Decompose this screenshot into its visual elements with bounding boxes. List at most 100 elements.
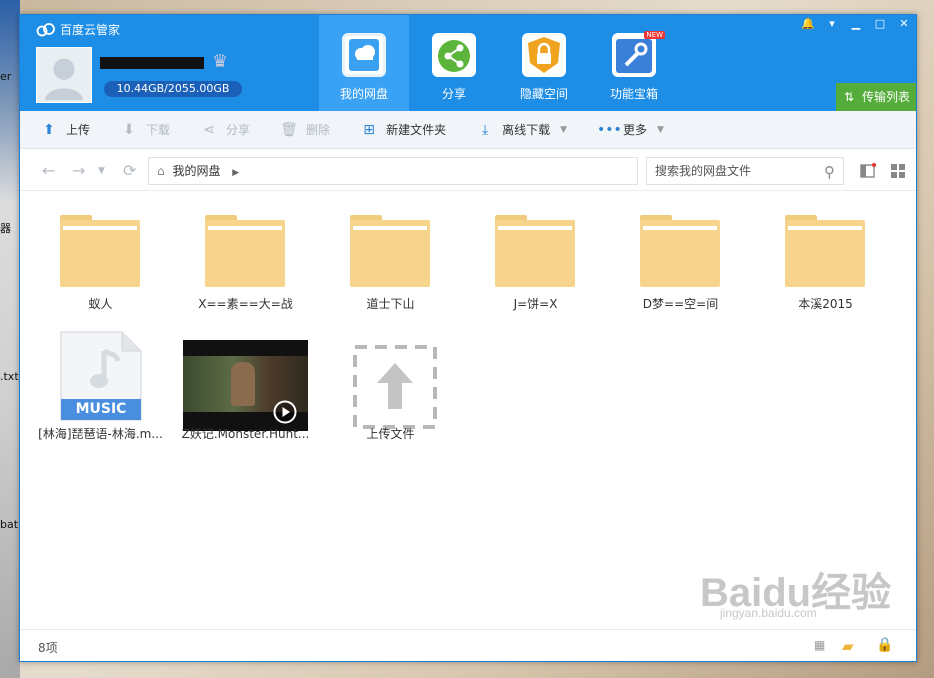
- crown-icon[interactable]: ♛: [212, 51, 228, 72]
- music-file-item[interactable]: MUSIC [林海]琵琶语-林海.m...: [33, 331, 168, 441]
- user-silhouette-icon: [44, 58, 84, 101]
- share-label: 分享: [226, 123, 251, 137]
- folder-name: 道士下山: [366, 297, 415, 311]
- trash-icon: 🗑: [280, 121, 298, 138]
- search-placeholder: 搜索我的网盘文件: [655, 164, 752, 178]
- tab-my-disk[interactable]: 我的网盘: [319, 15, 409, 111]
- maximize-icon[interactable]: □: [868, 15, 892, 33]
- share-icon: ⋖: [203, 121, 215, 138]
- back-arrow-icon[interactable]: ←: [42, 161, 55, 180]
- file-name: Z妖记.Monster.Hunt...: [181, 427, 310, 441]
- transfer-list-button[interactable]: ⇅ 传输列表: [836, 83, 916, 111]
- offline-download-label: 离线下载: [502, 123, 551, 137]
- tab-label: 隐藏空间: [519, 87, 568, 101]
- item-count: 8项: [38, 641, 58, 655]
- download-icon: ⬇: [123, 121, 135, 138]
- folder-icon: [785, 215, 865, 287]
- main-nav: 我的网盘 分享 隐藏空间 NEW 功能宝箱: [319, 15, 679, 111]
- desktop-fragment: .txt: [0, 370, 19, 383]
- bell-icon[interactable]: 🔔: [796, 15, 820, 33]
- lock-small-icon[interactable]: 🔒: [876, 637, 893, 653]
- delete-button[interactable]: 🗑 删除: [280, 121, 330, 139]
- breadcrumb[interactable]: ⌂ 我的网盘 ▶: [148, 157, 638, 185]
- folder-small-icon[interactable]: ▰: [842, 637, 854, 655]
- new-folder-button[interactable]: ⊞ 新建文件夹: [360, 121, 446, 139]
- desktop-fragment: er: [0, 70, 12, 83]
- folder-item[interactable]: 道士下山: [323, 215, 458, 315]
- download-label: 下载: [146, 123, 171, 137]
- breadcrumb-separator-icon[interactable]: ▶: [232, 168, 239, 178]
- folder-item[interactable]: X==素==大=战: [178, 215, 313, 315]
- watermark-url: jingyan.baidu.com: [720, 606, 817, 620]
- window-controls: 🔔 ▾ ▁ □ ✕: [796, 15, 916, 33]
- search-input[interactable]: 搜索我的网盘文件 ⚲: [646, 157, 844, 185]
- toolbar: ⬆ 上传 ⬇ 下载 ⋖ 分享 🗑 删除 ⊞ 新建文件夹 ⤓ 离线下载 ▼ ••• 更多 ▼: [20, 111, 916, 149]
- folder-icon: [495, 215, 575, 287]
- menu-dropdown-icon[interactable]: ▾: [820, 15, 844, 33]
- play-icon[interactable]: [273, 400, 297, 424]
- upload-placeholder-item[interactable]: 上传文件: [323, 331, 458, 441]
- share-button[interactable]: ⋖ 分享: [200, 121, 250, 139]
- tab-label: 分享: [441, 87, 466, 101]
- chevron-down-icon[interactable]: ▼: [657, 125, 664, 135]
- tab-share[interactable]: 分享: [409, 15, 499, 111]
- file-name: [林海]琵琶语-林海.m...: [38, 427, 163, 441]
- avatar[interactable]: [36, 47, 92, 103]
- transfer-icon: ⇅: [844, 90, 855, 104]
- grid-small-icon[interactable]: ▦: [814, 638, 825, 652]
- folder-name: X==素==大=战: [198, 297, 293, 311]
- search-icon[interactable]: ⚲: [824, 159, 835, 185]
- more-button[interactable]: ••• 更多 ▼: [597, 121, 664, 139]
- file-name: 上传文件: [366, 427, 415, 441]
- tab-toolbox[interactable]: NEW 功能宝箱: [589, 15, 679, 111]
- video-thumbnail: [183, 340, 308, 431]
- folder-icon: [350, 215, 430, 287]
- folder-name: 蚁人: [88, 297, 113, 311]
- desktop-fragment: bat: [0, 518, 19, 531]
- music-badge: MUSIC: [75, 401, 127, 417]
- desktop-background: [0, 0, 20, 678]
- folder-icon: [205, 215, 285, 287]
- folder-item[interactable]: 蚁人: [33, 215, 168, 315]
- upload-label: 上传: [66, 123, 91, 137]
- download-button[interactable]: ⬇ 下载: [120, 121, 170, 139]
- offline-download-icon: ⤓: [481, 121, 489, 138]
- history-dropdown-icon[interactable]: ▼: [98, 166, 105, 176]
- path-bar: ← → ▼ ⟳ ⌂ 我的网盘 ▶ 搜索我的网盘文件 ⚲: [20, 149, 916, 191]
- folder-icon: [640, 215, 720, 287]
- upload-button[interactable]: ⬆ 上传: [40, 121, 90, 139]
- folder-item[interactable]: D梦==空=间: [613, 215, 748, 315]
- minimize-icon[interactable]: ▁: [844, 15, 868, 33]
- new-folder-label: 新建文件夹: [386, 123, 447, 137]
- forward-arrow-icon[interactable]: →: [72, 161, 85, 180]
- offline-download-button[interactable]: ⤓ 离线下载 ▼: [476, 121, 567, 139]
- refresh-icon[interactable]: ⟳: [123, 161, 136, 180]
- tab-label: 功能宝箱: [609, 87, 658, 101]
- breadcrumb-my-disk[interactable]: 我的网盘: [172, 164, 220, 178]
- video-file-item[interactable]: Z妖记.Monster.Hunt...: [178, 331, 313, 441]
- tab-hidden-space[interactable]: 隐藏空间: [499, 15, 589, 111]
- toolbox-icon: [612, 33, 656, 77]
- upload-icon: ⬆: [43, 121, 55, 138]
- home-icon[interactable]: ⌂: [157, 164, 165, 178]
- storage-quota: 10.44GB/2055.00GB: [104, 81, 242, 97]
- folder-item[interactable]: J=饼=X: [468, 215, 603, 315]
- folder-icon: [60, 215, 140, 287]
- more-label: 更多: [623, 123, 648, 137]
- close-icon[interactable]: ✕: [892, 15, 916, 33]
- share-icon: [432, 33, 476, 77]
- header: 百度云管家 ♛ 10.44GB/2055.00GB 我的网盘 分享 隐藏空间 N…: [20, 15, 916, 111]
- transfer-label: 传输列表: [861, 90, 910, 104]
- cloud-disk-icon: [342, 33, 386, 77]
- tab-label: 我的网盘: [339, 87, 388, 101]
- list-view-icon[interactable]: [860, 163, 876, 179]
- desktop-fragment: 器: [0, 222, 11, 235]
- upload-arrow-icon: [353, 345, 437, 429]
- username-redacted: [100, 57, 204, 69]
- chevron-down-icon[interactable]: ▼: [560, 125, 567, 135]
- folder-item[interactable]: 本溪2015: [758, 215, 893, 315]
- status-bar: 8项 ▦ ▰ 🔒: [20, 629, 916, 661]
- new-folder-icon: ⊞: [363, 121, 375, 138]
- app-title: 百度云管家: [60, 23, 121, 37]
- grid-view-icon[interactable]: [890, 163, 906, 179]
